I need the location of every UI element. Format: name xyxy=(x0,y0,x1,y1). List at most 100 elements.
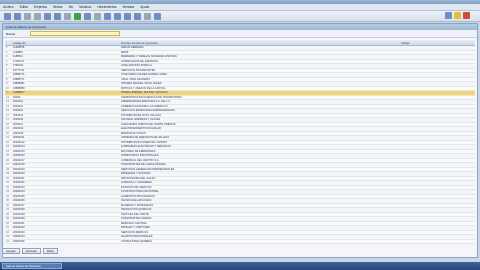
cut-icon[interactable] xyxy=(44,12,51,20)
column-header-name[interactable]: Nombre de lista de impuestos xyxy=(121,41,401,45)
row-number: 44 xyxy=(6,239,9,243)
cell-code: 2020011 xyxy=(13,104,23,108)
copy-icon[interactable] xyxy=(54,12,61,20)
cell-name: JOSE MARIA VALDES GOMEZ LOPEZ xyxy=(121,73,167,77)
row-number: 31 xyxy=(6,181,9,185)
cell-code: 20200224 xyxy=(13,190,25,194)
menu-item[interactable]: Herramientas xyxy=(97,5,116,9)
cell-code: 2020025 xyxy=(13,131,24,135)
cell-name: MERCADO CENTRAL xyxy=(121,221,148,225)
grid-body: 1 11228878 FARAIS HERRERA 2 1138881 MERZ 3 1188… xyxy=(5,46,475,244)
cell-code: 1188511 xyxy=(13,55,23,59)
table-row[interactable]: 44 20200235 CONSULTORIA GENERAL xyxy=(5,239,475,244)
cell-name: DISTRIBUIDORA SOTO VALLEJO xyxy=(121,113,162,117)
cell-code: 20200231 xyxy=(13,221,25,225)
menu-item[interactable]: Ayuda xyxy=(140,5,149,9)
row-number: 28 xyxy=(6,167,9,171)
print-icon[interactable] xyxy=(34,12,41,20)
first-record-icon[interactable] xyxy=(104,12,111,20)
last-record-icon[interactable] xyxy=(134,12,141,20)
row-number: 20 xyxy=(6,131,9,135)
cell-code: 2020024 xyxy=(13,127,24,131)
cell-code: 20200 xyxy=(13,95,21,99)
cell-name: ELECTRODOMESTICOS HOGAR xyxy=(121,127,161,131)
filter-input[interactable] xyxy=(30,31,120,36)
row-number: 29 xyxy=(6,172,9,176)
cell-code: 19988817 xyxy=(13,91,25,95)
cell-name: MERCANTIL ROSAS xyxy=(121,131,146,135)
filter-icon[interactable] xyxy=(94,12,101,20)
column-header-extra[interactable]: Código xyxy=(401,41,475,45)
column-header-code[interactable]: Código ID xyxy=(5,41,121,45)
cell-name: PAPELERIA Y OFICINAS xyxy=(121,172,151,176)
warning-icon[interactable] xyxy=(454,12,461,19)
cell-name: ISPARES MANUEL SOLIS JAVIER xyxy=(121,82,162,86)
menu-item[interactable]: Empresa xyxy=(34,5,47,9)
row-number: 3 xyxy=(6,55,8,59)
cell-code: 20200221 xyxy=(13,176,25,180)
cancel-button[interactable]: Cancelar xyxy=(21,248,41,254)
cell-name: MAYOREO DE FERRETERIA xyxy=(121,149,156,153)
cell-code: 20200232 xyxy=(13,226,25,230)
menu-item[interactable]: Módulos xyxy=(79,5,91,9)
cell-name: EQUIPOS INDUSTRIALES xyxy=(121,235,153,239)
row-number: 33 xyxy=(6,190,9,194)
help-icon[interactable] xyxy=(445,12,452,19)
cell-code: 20200228 xyxy=(13,208,25,212)
lookup-window: Lista de Valores de Impuestos Buscar Cód… xyxy=(2,23,478,258)
row-number: 37 xyxy=(6,208,9,212)
cell-code: 2020021 xyxy=(13,122,24,126)
menu-item[interactable]: Editar xyxy=(20,5,28,9)
cell-name: SERVICIOS MEDICOS xyxy=(121,230,148,234)
cell-name: RIVERA JIMENEZ, MANUEL GUSTAVO xyxy=(121,91,168,95)
cell-name: SUMINISTROS INDUSTRIALES xyxy=(121,154,159,158)
cell-code: 20200220 xyxy=(13,172,25,176)
row-number: 6 xyxy=(6,68,8,72)
cell-name: JOSE ANTONIO BONILLA xyxy=(121,64,152,68)
menu-item[interactable]: Ventana xyxy=(122,5,134,9)
previous-record-icon[interactable] xyxy=(114,12,121,20)
cell-code: 20200225 xyxy=(13,194,25,198)
settings-icon[interactable] xyxy=(144,12,151,20)
row-number: 30 xyxy=(6,176,9,180)
taskbar-item[interactable]: Lista de Valores de Impuestos xyxy=(2,263,62,269)
cell-code: 20200219 xyxy=(13,167,25,171)
menu-item[interactable]: Archivo xyxy=(3,5,14,9)
row-number: 24 xyxy=(6,149,9,153)
cell-code: 2020013 xyxy=(13,113,24,117)
cell-code: 2020011 xyxy=(13,100,23,104)
row-number: 18 xyxy=(6,122,9,126)
open-icon[interactable] xyxy=(14,12,21,20)
cell-name: ALMACENES UNIDOS DEL NORTE ORIENTE xyxy=(121,122,176,126)
search-icon[interactable] xyxy=(84,12,91,20)
refresh-icon[interactable] xyxy=(74,12,81,20)
row-number: 39 xyxy=(6,217,9,221)
cell-code: 18888771 xyxy=(13,73,25,77)
row-number: 22 xyxy=(6,140,9,144)
accept-button[interactable]: Aceptar xyxy=(2,248,20,254)
cell-code: 18888771 xyxy=(13,77,25,81)
cell-name: CONSULTORIA GENERAL xyxy=(121,239,153,243)
menu-item[interactable]: Ventas xyxy=(53,5,63,9)
close-icon[interactable] xyxy=(463,12,470,19)
row-number: 8 xyxy=(6,77,8,81)
row-number: 27 xyxy=(6,163,9,167)
row-number: 40 xyxy=(6,221,9,225)
row-number: 26 xyxy=(6,158,9,162)
filter-button[interactable]: Filtrar xyxy=(42,248,58,254)
cell-code: 18888881 xyxy=(13,82,25,86)
next-record-icon[interactable] xyxy=(124,12,131,20)
menu-item[interactable]: Ver xyxy=(68,5,73,9)
save-icon[interactable] xyxy=(24,12,31,20)
row-number: 5 xyxy=(6,64,8,68)
cell-code: 20200226 xyxy=(13,199,25,203)
cell-code: 2020018 xyxy=(13,118,24,122)
window-icon[interactable] xyxy=(154,12,161,20)
cell-name: ESTACION DE SERVICIO xyxy=(121,185,152,189)
new-icon[interactable] xyxy=(4,12,11,20)
paste-icon[interactable] xyxy=(64,12,71,20)
row-number: 2 xyxy=(6,50,8,54)
cell-code: 20200218 xyxy=(13,163,25,167)
row-number: 7 xyxy=(6,73,8,77)
cell-name: AGRICOLA Y GANADERA xyxy=(121,181,152,185)
